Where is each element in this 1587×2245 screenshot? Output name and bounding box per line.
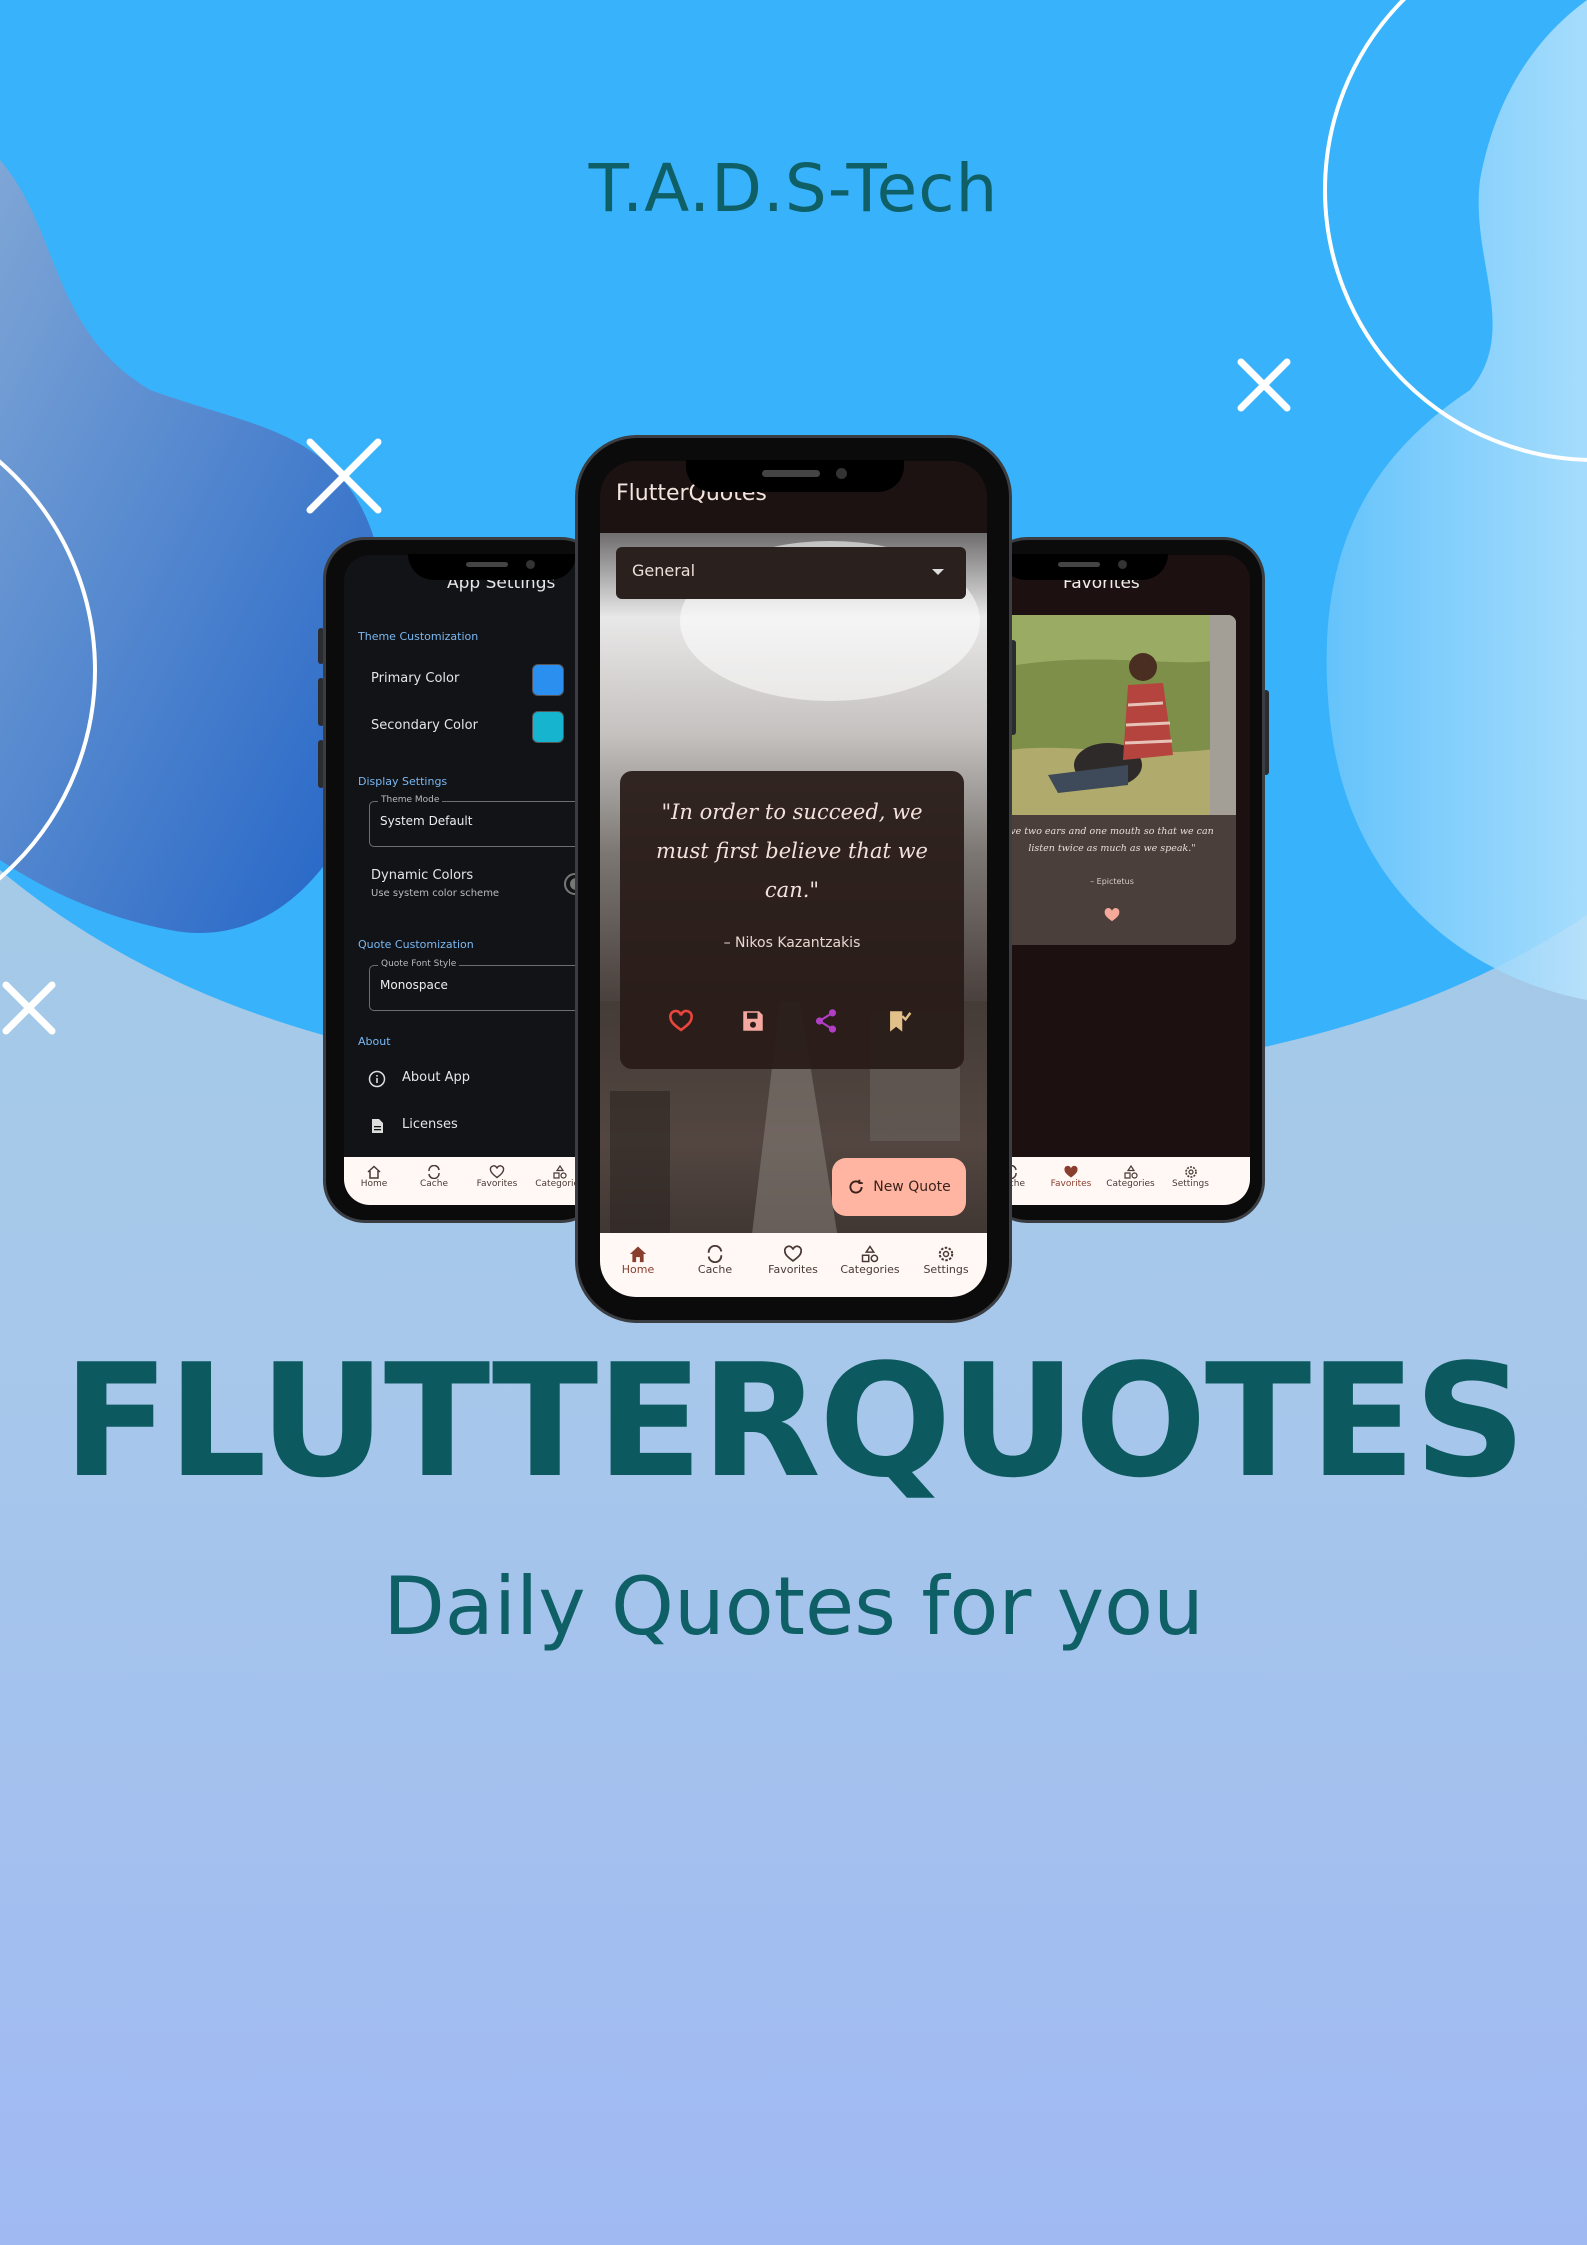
phone-notch xyxy=(1000,554,1168,580)
brand-name: T.A.D.S-Tech xyxy=(588,150,999,227)
nav-cache[interactable]: Cache xyxy=(695,1245,735,1276)
quote-text: "In order to succeed, we must first beli… xyxy=(656,800,928,902)
quote-section-header: Quote Customization xyxy=(358,938,474,951)
nav-categories[interactable]: Categories xyxy=(1103,1165,1158,1189)
favorite-quote-text: ve two ears and one mouth so that we can… xyxy=(992,823,1232,857)
nav-label: Favorites xyxy=(1050,1179,1092,1189)
secondary-color-label[interactable]: Secondary Color xyxy=(371,718,478,733)
heart-icon[interactable] xyxy=(668,1009,694,1033)
home-phone: FlutterQuotes General "In order to succe… xyxy=(575,435,1012,1323)
heart-outline-icon xyxy=(489,1165,505,1179)
primary-color-swatch[interactable] xyxy=(532,664,564,696)
refresh-icon xyxy=(428,1165,440,1179)
nav-favorites[interactable]: Favorites xyxy=(1046,1165,1096,1189)
nav-label: Home xyxy=(360,1179,388,1189)
nav-label: Favorites xyxy=(768,1263,818,1276)
font-style-value: Monospace xyxy=(380,978,448,992)
document-icon xyxy=(372,1119,383,1133)
shapes-icon xyxy=(552,1165,567,1179)
nav-label: Home xyxy=(621,1263,655,1276)
nav-home[interactable]: Home xyxy=(618,1245,658,1276)
phone-notch xyxy=(408,554,576,580)
refresh-icon xyxy=(707,1245,723,1263)
favorite-quote-author: – Epictetus xyxy=(1090,877,1134,886)
home-bottom-nav: Home Cache Favorites Categories Settings xyxy=(600,1233,987,1297)
nav-favorites[interactable]: Favorites xyxy=(765,1245,821,1276)
settings-screen: App Settings Theme Customization Primary… xyxy=(344,555,606,1205)
info-icon xyxy=(368,1070,386,1088)
save-icon[interactable] xyxy=(741,1009,765,1033)
gear-icon xyxy=(1184,1166,1197,1178)
theme-mode-label: Theme Mode xyxy=(378,795,443,805)
favorite-quote-card: ve two ears and one mouth so that we can… xyxy=(988,615,1236,945)
theme-mode-dropdown[interactable]: Theme Mode System Default xyxy=(369,795,606,847)
shapes-icon xyxy=(861,1245,879,1263)
nav-categories[interactable]: Categories xyxy=(837,1245,903,1276)
font-style-dropdown[interactable]: Quote Font Style Monospace xyxy=(369,959,606,1011)
heart-filled-icon[interactable] xyxy=(1103,907,1121,923)
nav-settings[interactable]: Settings xyxy=(918,1245,974,1276)
favorites-bottom-nav: Cache Favorites Categories Settings xyxy=(988,1157,1250,1205)
home-icon xyxy=(367,1165,381,1179)
favorite-quote-line: ve two ears and one mouth so that we can xyxy=(1010,826,1214,837)
favorites-phone: Favorites ve two ears and one mouth so t… xyxy=(985,537,1265,1223)
phone-notch xyxy=(686,460,904,492)
about-section-header: About xyxy=(358,1035,391,1048)
about-app-label: About App xyxy=(402,1070,470,1085)
nav-home[interactable]: Home xyxy=(359,1165,389,1189)
nav-settings[interactable]: Settings xyxy=(1168,1165,1213,1189)
refresh-icon xyxy=(849,1179,863,1194)
bookmark-check-icon[interactable] xyxy=(886,1008,912,1034)
dynamic-colors-label: Dynamic Colors xyxy=(371,868,474,883)
dropdown-arrow-icon xyxy=(932,569,944,575)
category-value: General xyxy=(632,561,696,580)
nav-label: Settings xyxy=(923,1263,969,1276)
nav-label: Favorites xyxy=(476,1179,518,1189)
home-filled-icon xyxy=(629,1246,647,1263)
secondary-color-swatch[interactable] xyxy=(532,711,564,743)
new-quote-button[interactable]: New Quote xyxy=(832,1158,966,1216)
licenses-label: Licenses xyxy=(402,1117,458,1132)
nav-label: Cache xyxy=(697,1263,733,1276)
nav-label: Categories xyxy=(840,1263,900,1276)
quote-card: "In order to succeed, we must first beli… xyxy=(620,771,964,1069)
nav-label: Cache xyxy=(420,1179,448,1189)
main-title: FLUTTERQUOTES xyxy=(62,1330,1526,1512)
font-style-label: Quote Font Style xyxy=(378,959,460,969)
heart-filled-icon xyxy=(1064,1165,1078,1178)
subtitle: Daily Quotes for you xyxy=(383,1560,1204,1653)
theme-section-header: Theme Customization xyxy=(358,630,479,643)
new-quote-label: New Quote xyxy=(873,1179,951,1195)
nav-cache[interactable]: Cache xyxy=(419,1165,449,1189)
display-section-header: Display Settings xyxy=(358,775,448,788)
category-dropdown[interactable]: General xyxy=(616,547,966,599)
share-icon[interactable] xyxy=(813,1008,839,1034)
quote-author: – Nikos Kazantzakis xyxy=(723,935,861,951)
theme-mode-value: System Default xyxy=(380,814,473,828)
shapes-icon xyxy=(1123,1165,1138,1179)
nav-favorites[interactable]: Favorites xyxy=(472,1165,522,1189)
about-app-item[interactable]: About App xyxy=(368,1068,588,1092)
primary-color-label[interactable]: Primary Color xyxy=(371,671,459,686)
settings-bottom-nav: Home Cache Favorites Categories xyxy=(344,1157,606,1205)
nav-label: Settings xyxy=(1172,1179,1209,1189)
favorite-quote-image xyxy=(988,615,1236,815)
home-screen: FlutterQuotes General "In order to succe… xyxy=(600,461,987,1297)
nav-label: Categories xyxy=(1106,1179,1155,1189)
dynamic-colors-subtitle: Use system color scheme xyxy=(371,888,500,899)
gear-icon xyxy=(938,1246,954,1262)
heart-outline-icon xyxy=(783,1245,803,1262)
favorite-quote-line: listen twice as much as we speak." xyxy=(1028,843,1196,854)
licenses-item[interactable]: Licenses xyxy=(368,1115,588,1139)
favorites-screen: Favorites ve two ears and one mouth so t… xyxy=(988,555,1250,1205)
settings-phone: App Settings Theme Customization Primary… xyxy=(323,537,606,1223)
